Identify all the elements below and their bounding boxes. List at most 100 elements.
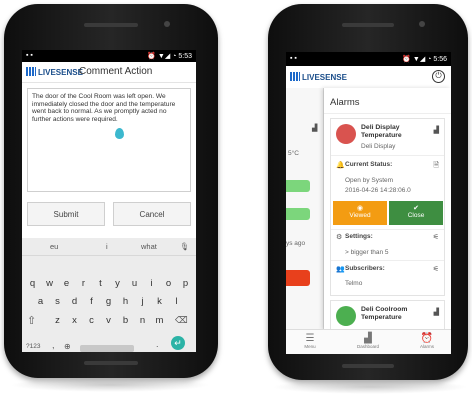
comment-textarea[interactable]: The door of the Cool Room was left open.… <box>27 88 191 192</box>
right-phone-shadow <box>272 380 468 394</box>
key-e[interactable]: e <box>60 278 73 289</box>
left-phone: ▪ ▪ ⏰ ▼◢ ◔ 5:53 LIVESENSE Comment Action… <box>4 4 218 378</box>
suggestion-1[interactable]: eu <box>50 242 58 251</box>
key-m[interactable]: m <box>153 315 166 326</box>
sliders-icon-2[interactable]: ⚟ <box>433 265 439 273</box>
tab-dashboard[interactable]: ▟ Dashboard <box>348 333 388 349</box>
suggestion-3[interactable]: what <box>141 242 157 251</box>
shift-key-icon[interactable]: ⇧ <box>27 314 36 327</box>
alarm-card-deli-coolroom[interactable]: Deli Coolroom Temperature ▟ <box>330 300 445 330</box>
key-g[interactable]: g <box>102 296 115 307</box>
key-a[interactable]: a <box>34 296 47 307</box>
status-time: 5:53 <box>178 53 192 60</box>
key-w[interactable]: w <box>43 278 56 289</box>
key-j[interactable]: j <box>136 296 149 307</box>
key-u[interactable]: u <box>128 278 141 289</box>
soft-keyboard: eu i what 🎙 qwertyuiop asdfghjkl zxcvbnm… <box>22 238 196 352</box>
alarm-location: Deli Display <box>361 143 396 150</box>
title-divider <box>324 113 451 114</box>
key-c[interactable]: c <box>85 315 98 326</box>
symbols-key[interactable]: ?123 <box>26 343 40 350</box>
alarms-panel: Alarms Deli Display Temperature Deli Dis… <box>324 88 451 330</box>
alarm-status-avatar <box>336 124 356 144</box>
left-earpiece <box>84 23 138 27</box>
key-q[interactable]: q <box>26 278 39 289</box>
left-phone-shadow <box>10 378 210 392</box>
key-s[interactable]: s <box>51 296 64 307</box>
chart-icon[interactable]: ▟ <box>434 308 439 316</box>
key-h[interactable]: h <box>119 296 132 307</box>
key-v[interactable]: v <box>102 315 115 326</box>
eye-icon: ◉ <box>356 205 364 212</box>
emoji-globe-icon[interactable]: ⊕ <box>64 342 71 351</box>
key-k[interactable]: k <box>153 296 166 307</box>
card-divider-2 <box>331 229 444 230</box>
left-status-bar: ▪ ▪ ⏰ ▼◢ ◔ 5:53 <box>22 50 196 62</box>
livesense-logo-icon <box>26 67 36 76</box>
key-x[interactable]: x <box>68 315 81 326</box>
peek-time-ago: ys ago <box>286 240 306 247</box>
peek-green-chip <box>286 180 310 192</box>
left-screen: ▪ ▪ ⏰ ▼◢ ◔ 5:53 LIVESENSE Comment Action… <box>22 50 196 352</box>
key-l[interactable]: l <box>170 296 183 307</box>
enter-key-icon[interactable]: ↵ <box>171 336 185 350</box>
right-phone: ▪ ▪ ⏰ ▼◢ ◔ 5:56 LIVESENSE ⏻ ▟ 5°C ys ago… <box>268 4 468 380</box>
background-dashboard: ▟ 5°C ys ago <box>286 88 324 330</box>
key-t[interactable]: t <box>94 278 107 289</box>
submit-button[interactable]: Submit <box>27 202 105 226</box>
main-app-bar: LIVESENSE ⏻ <box>286 66 451 89</box>
key-p[interactable]: p <box>179 278 192 289</box>
alarm-name: Deli Coolroom Temperature <box>361 306 408 321</box>
alarm-clock-icon: ⏰ <box>420 333 434 344</box>
viewed-button[interactable]: ◉ Viewed <box>333 201 387 225</box>
settings-value: > bigger than 5 <box>345 249 389 256</box>
space-key[interactable] <box>80 345 134 352</box>
microphone-icon[interactable]: 🎙 <box>180 242 190 251</box>
status-left-icons: ▪ ▪ <box>290 55 297 62</box>
status-time: 5:56 <box>433 56 447 63</box>
cancel-button[interactable]: Cancel <box>113 202 191 226</box>
key-i[interactable]: i <box>145 278 158 289</box>
logout-icon[interactable]: ⏻ <box>432 70 445 83</box>
key-z[interactable]: z <box>51 315 64 326</box>
right-earpiece <box>342 23 394 27</box>
menu-icon: ☰ <box>305 333 315 344</box>
left-bottom-speaker <box>84 361 138 365</box>
backspace-key-icon[interactable]: ⌫ <box>175 315 188 326</box>
close-button[interactable]: ✔ Close <box>389 201 443 225</box>
current-status-label: Current Status: <box>345 161 393 168</box>
page-title: Comment Action <box>79 66 153 77</box>
sliders-icon[interactable]: ⚟ <box>433 233 439 241</box>
document-icon[interactable]: 🗎 <box>433 161 439 172</box>
livesense-logo: LIVESENSE <box>290 72 347 82</box>
alarm-card-deli-display[interactable]: Deli Display Temperature Deli Display ▟ … <box>330 118 445 296</box>
peek-green-chip-2 <box>286 208 310 220</box>
card-divider <box>331 155 444 156</box>
key-o[interactable]: o <box>162 278 175 289</box>
right-front-camera <box>419 21 425 27</box>
tab-alarms[interactable]: ⏰ Alarms <box>407 333 447 349</box>
key-r[interactable]: r <box>77 278 90 289</box>
gear-icon: ⚙ <box>336 234 343 241</box>
key-f[interactable]: f <box>85 296 98 307</box>
settings-label: Settings: <box>345 233 373 240</box>
alarms-title: Alarms <box>330 97 360 108</box>
right-status-bar: ▪ ▪ ⏰ ▼◢ ◔ 5:56 <box>286 52 451 66</box>
chart-icon: ▟ <box>312 125 318 132</box>
key-b[interactable]: b <box>119 315 132 326</box>
right-bottom-speaker <box>342 364 394 368</box>
key-n[interactable]: n <box>136 315 149 326</box>
key-d[interactable]: d <box>68 296 81 307</box>
subscribers-icon: 👥 <box>336 266 345 273</box>
period-key[interactable]: . <box>156 339 159 349</box>
comma-key[interactable]: , <box>52 340 55 350</box>
peek-red-chip <box>286 270 310 286</box>
chart-icon[interactable]: ▟ <box>434 126 439 134</box>
suggestion-strip: eu i what 🎙 <box>22 238 196 256</box>
text-cursor-handle-icon[interactable] <box>115 128 124 139</box>
tab-menu[interactable]: ☰ Menu <box>290 333 330 349</box>
status-time: 2016-04-26 14:28:06.0 <box>345 187 411 194</box>
key-y[interactable]: y <box>111 278 124 289</box>
suggestion-2[interactable]: i <box>106 242 108 251</box>
subscribers-value: Telmo <box>345 280 363 287</box>
